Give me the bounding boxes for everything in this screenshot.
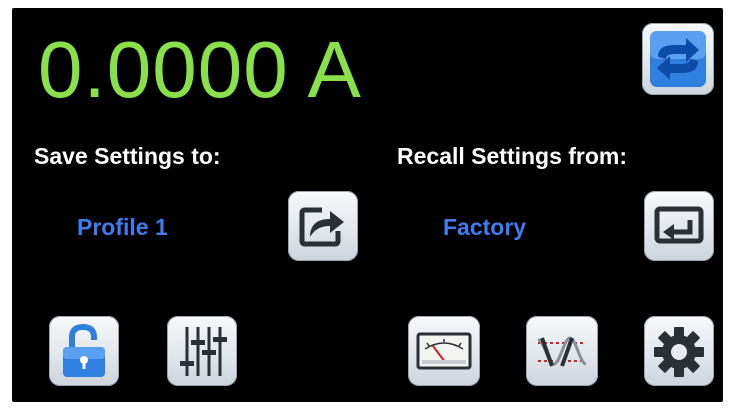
swap-arrows-icon xyxy=(650,31,706,87)
unlocked-padlock-icon xyxy=(63,323,105,377)
waveform-button[interactable] xyxy=(526,316,598,386)
export-icon xyxy=(299,207,344,247)
instrument-screen: 0.0000 A Save Settings to: Recall Settin… xyxy=(12,8,723,402)
gear-icon xyxy=(654,327,704,377)
recall-button[interactable] xyxy=(644,191,714,261)
swap-button[interactable] xyxy=(642,23,714,95)
waveform-icon xyxy=(537,336,587,367)
current-reading: 0.0000 A xyxy=(38,25,362,114)
recall-profile-selector[interactable]: Factory xyxy=(443,213,526,241)
return-arrow-icon xyxy=(654,206,704,244)
sliders-icon xyxy=(180,327,227,376)
save-settings-label: Save Settings to: xyxy=(34,143,221,169)
save-button[interactable] xyxy=(288,191,358,261)
meter-button[interactable] xyxy=(408,316,480,386)
lock-button[interactable] xyxy=(49,316,119,386)
settings-button[interactable] xyxy=(644,316,714,386)
recall-settings-label: Recall Settings from: xyxy=(397,143,628,169)
adjust-button[interactable] xyxy=(167,316,237,386)
analog-meter-icon xyxy=(416,332,472,370)
save-profile-selector[interactable]: Profile 1 xyxy=(77,213,168,241)
